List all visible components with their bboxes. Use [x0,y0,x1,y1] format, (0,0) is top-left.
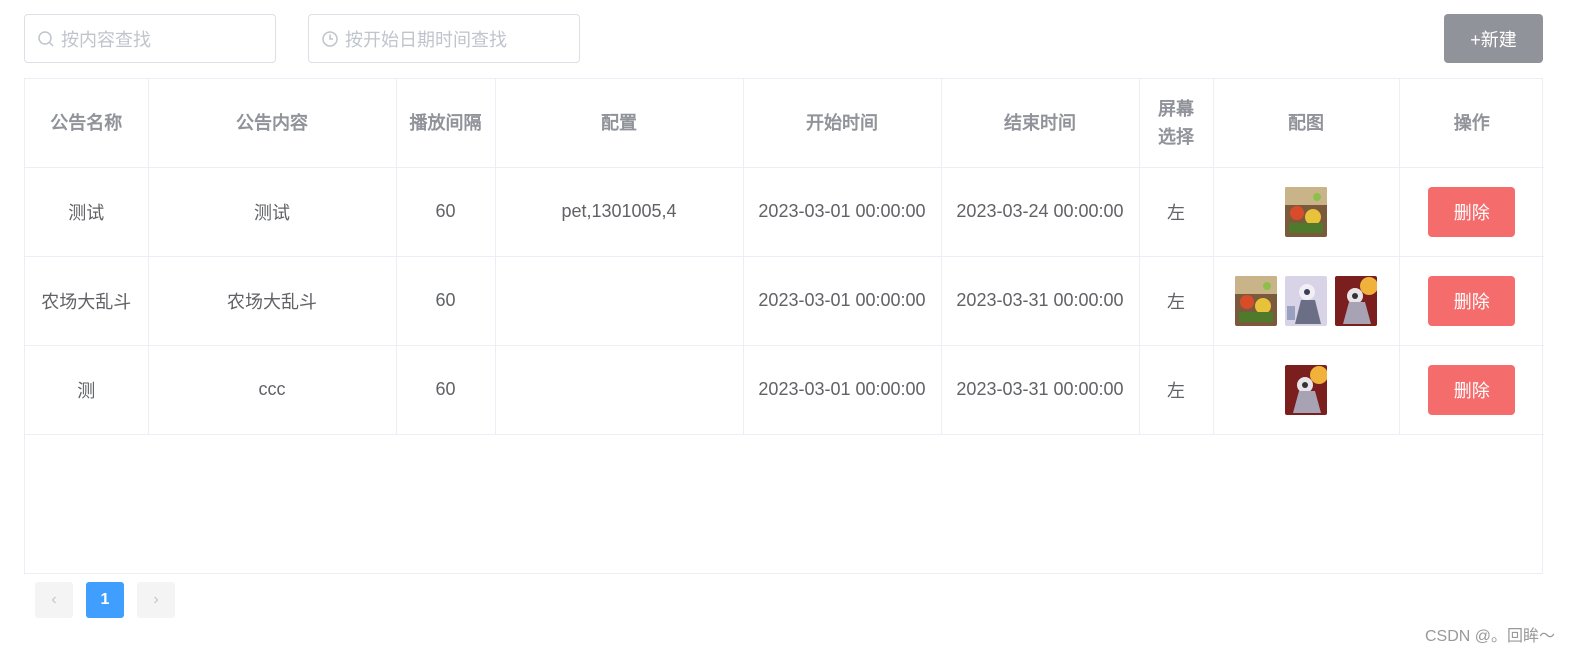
character-art-image[interactable] [1285,275,1327,326]
content-search-input[interactable]: 按内容查找 [24,14,276,63]
farm-battle-image[interactable] [1285,186,1327,237]
cell-interval: 60 [396,256,496,346]
table-header-row: 公告名称 公告内容 播放间隔 配置 开始时间 结束时间 屏幕 选择 配图 操作 [25,79,1544,168]
cell-name: 测试 [25,167,149,257]
pagination: ‹ 1 › [35,582,175,618]
search-icon [38,30,54,47]
cell-screen: 左 [1139,345,1214,435]
date-search-placeholder: 按开始日期时间查找 [345,29,507,50]
chevron-left-icon[interactable]: ‹ [35,582,73,618]
cell-start-time: 2023-03-01 00:00:00 [743,345,942,435]
clock-icon [322,30,338,47]
cell-end-time: 2023-03-24 00:00:00 [941,167,1140,257]
cell-interval: 60 [396,167,496,257]
cell-end-time: 2023-03-31 00:00:00 [941,345,1140,435]
header-actions: 操作 [1399,79,1544,168]
table-row: 测试 测试 60 pet,1301005,4 2023-03-01 00:00:00 20… [25,167,1544,257]
chevron-right-icon[interactable]: › [137,582,175,618]
character-fire-image[interactable] [1285,364,1327,415]
content-search-placeholder: 按内容查找 [61,29,151,50]
cell-actions: 删除 [1399,256,1544,346]
header-content: 公告内容 [148,79,397,168]
cell-content: 农场大乱斗 [148,256,397,346]
start-date-search-input[interactable]: 按开始日期时间查找 [308,14,580,63]
delete-button[interactable]: 删除 [1428,364,1516,415]
cell-content: 测试 [148,167,397,257]
header-images: 配图 [1213,79,1400,168]
cell-images [1213,345,1400,435]
header-name: 公告名称 [25,79,149,168]
farm-battle-image[interactable] [1235,275,1277,326]
cell-name: 农场大乱斗 [25,256,149,346]
cell-screen: 左 [1139,167,1214,257]
announcement-table: 公告名称 公告内容 播放间隔 配置 开始时间 结束时间 屏幕 选择 配图 操作 … [24,78,1544,574]
header-interval: 播放间隔 [396,79,496,168]
cell-start-time: 2023-03-01 00:00:00 [743,256,942,346]
cell-actions: 删除 [1399,167,1544,257]
cell-config [495,345,744,435]
header-end-time: 结束时间 [941,79,1140,168]
cell-content: ccc [148,345,397,435]
cell-config: pet,1301005,4 [495,167,744,257]
cell-start-time: 2023-03-01 00:00:00 [743,167,942,257]
cell-images [1213,167,1400,257]
delete-button[interactable]: 删除 [1428,275,1516,326]
new-button[interactable]: +新建 [1444,14,1543,63]
cell-end-time: 2023-03-31 00:00:00 [941,256,1140,346]
header-config: 配置 [495,79,744,168]
cell-images [1213,256,1400,346]
delete-button[interactable]: 删除 [1428,186,1516,237]
watermark: CSDN @。回眸～ [1424,628,1555,645]
cell-name: 测 [25,345,149,435]
header-screen: 屏幕 选择 [1139,79,1214,168]
cell-screen: 左 [1139,256,1214,346]
table-row: 农场大乱斗 农场大乱斗 60 2023-03-01 00:00:00 2023-03-3… [25,256,1544,346]
header-start-time: 开始时间 [743,79,942,168]
page-1-button[interactable]: 1 [86,582,124,618]
character-fire-image[interactable] [1335,275,1377,326]
table-row: 测 ccc 60 2023-03-01 00:00:00 2023-03-31 00:0… [25,345,1544,435]
cell-actions: 删除 [1399,345,1544,435]
cell-config [495,256,744,346]
cell-interval: 60 [396,345,496,435]
